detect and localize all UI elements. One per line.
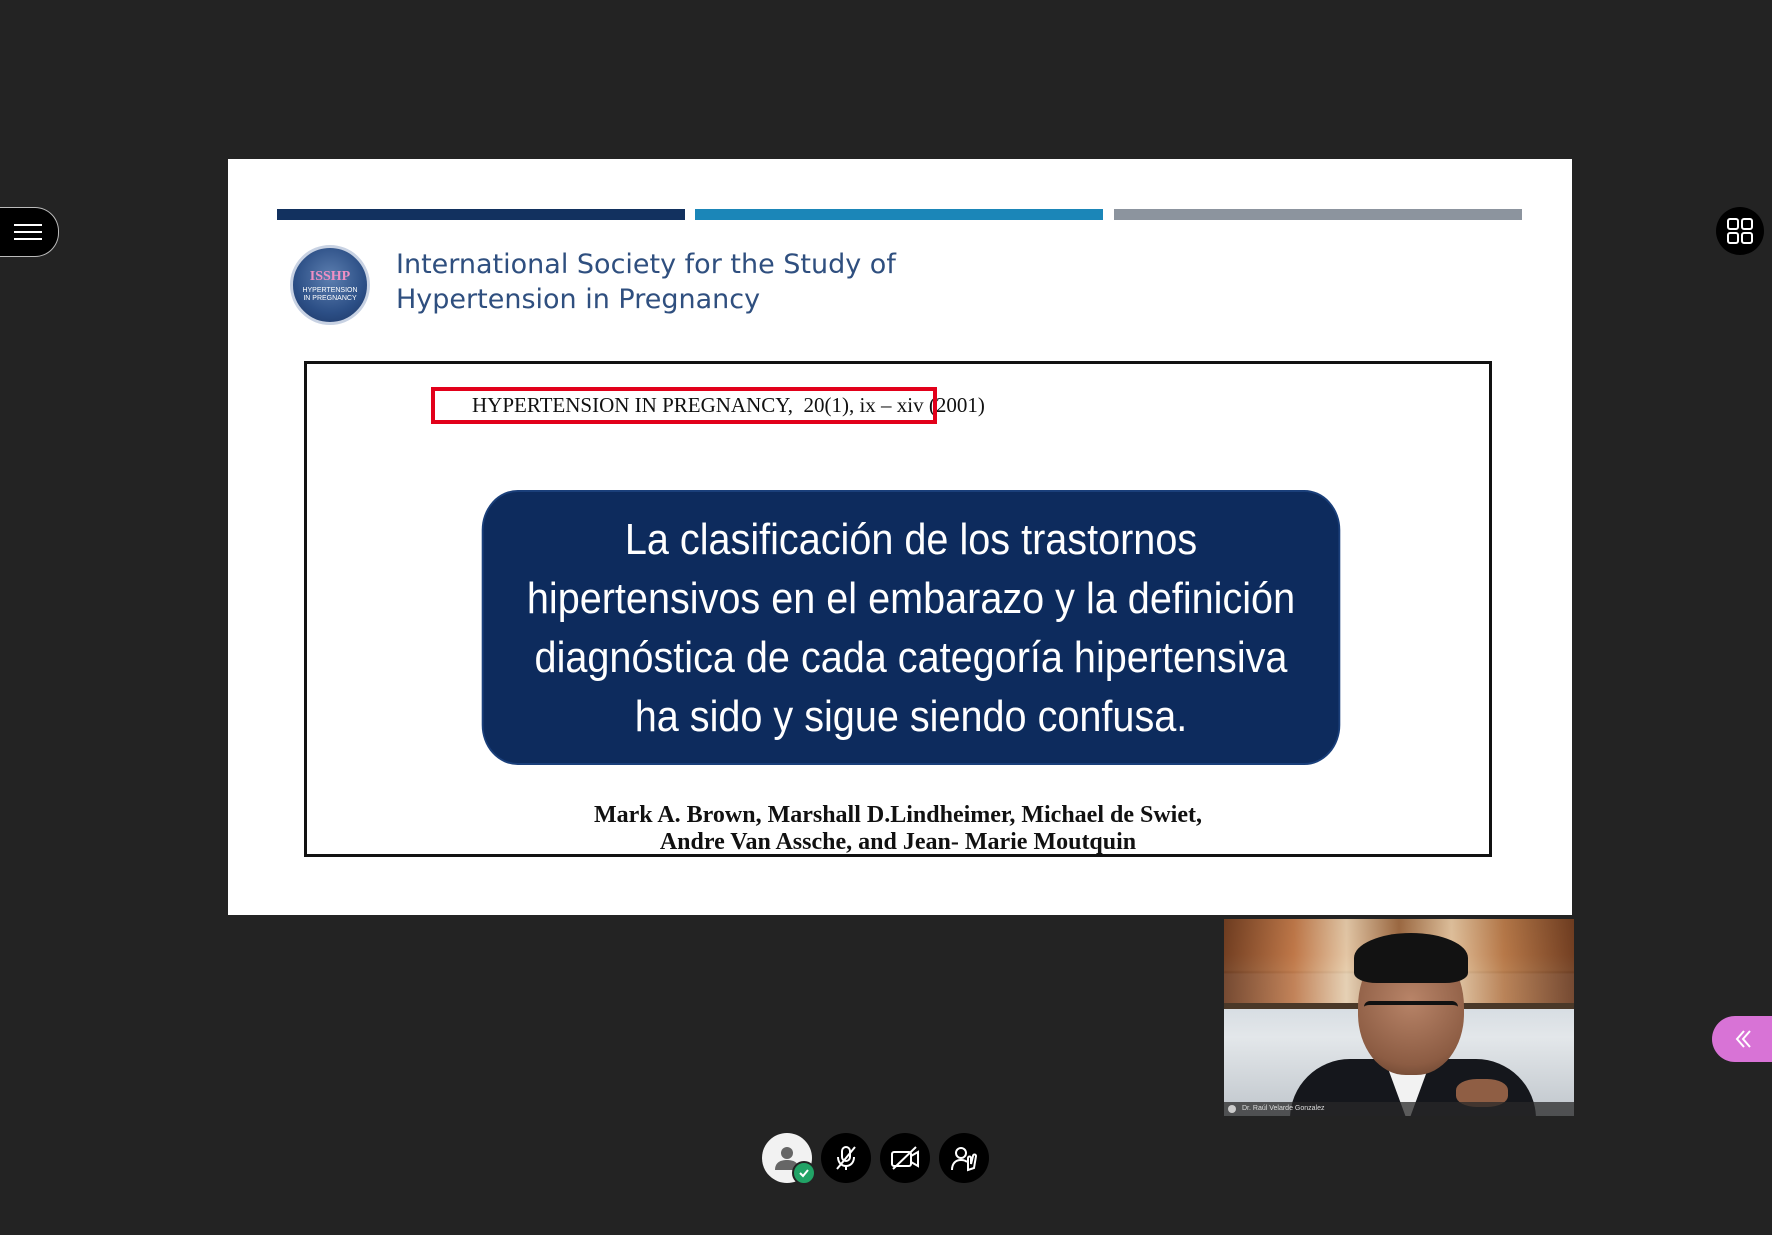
status-check-icon <box>792 1161 816 1185</box>
raise-hand-icon <box>951 1147 978 1172</box>
camera-button[interactable] <box>880 1133 930 1183</box>
grid-layout-icon <box>1727 218 1753 244</box>
double-chevron-left-icon <box>1735 1030 1751 1048</box>
quote-box: La clasificación de los trastornos hiper… <box>481 490 1341 765</box>
meeting-controls <box>762 1133 989 1185</box>
org-title-line2: Hypertension in Pregnancy <box>396 284 761 315</box>
slide-accent-bar-dark <box>277 209 685 220</box>
organization-title: International Society for the Study of H… <box>396 247 896 317</box>
logo-text-line1: HYPERTENSION <box>302 287 358 294</box>
isshp-logo: ISSHP HYPERTENSION IN PREGNANCY <box>290 245 370 325</box>
slide-accent-bar-blue <box>695 209 1103 220</box>
participant-glasses <box>1364 1001 1458 1027</box>
layout-toggle-button[interactable] <box>1716 207 1764 255</box>
mic-off-icon <box>836 1146 856 1170</box>
participant-name-label: Dr. Raúl Velarde Gonzalez <box>1224 1102 1574 1116</box>
org-title-line1: International Society for the Study of <box>396 249 896 280</box>
camera-off-icon <box>891 1146 919 1170</box>
logo-mark: ISSHP <box>309 269 351 284</box>
participant-name: Dr. Raúl Velarde Gonzalez <box>1242 1105 1325 1112</box>
participant-status-dot <box>1228 1105 1236 1113</box>
participant-hair <box>1354 933 1468 983</box>
mute-button[interactable] <box>821 1133 871 1183</box>
main-menu-button[interactable] <box>0 207 59 257</box>
raise-hand-button[interactable] <box>939 1133 989 1183</box>
presentation-slide: ISSHP HYPERTENSION IN PREGNANCY Internat… <box>228 159 1572 915</box>
slide-accent-bar-gray <box>1114 209 1522 220</box>
citation-highlight-box <box>431 387 937 424</box>
user-status-button[interactable] <box>762 1133 816 1185</box>
authors-line1: Mark A. Brown, Marshall D.Lindheimer, Mi… <box>594 802 1202 828</box>
side-panel-toggle[interactable] <box>1712 1016 1772 1062</box>
participant-video-tile[interactable]: Dr. Raúl Velarde Gonzalez <box>1224 919 1574 1116</box>
authors-line2: Andre Van Assche, and Jean- Marie Moutqu… <box>659 829 1137 855</box>
article-authors: Mark A. Brown, Marshall D.Lindheimer, Mi… <box>304 802 1492 856</box>
quote-text: La clasificación de los trastornos hiper… <box>526 514 1296 741</box>
logo-text-line2: IN PREGNANCY <box>303 295 357 302</box>
hamburger-icon <box>14 224 42 240</box>
